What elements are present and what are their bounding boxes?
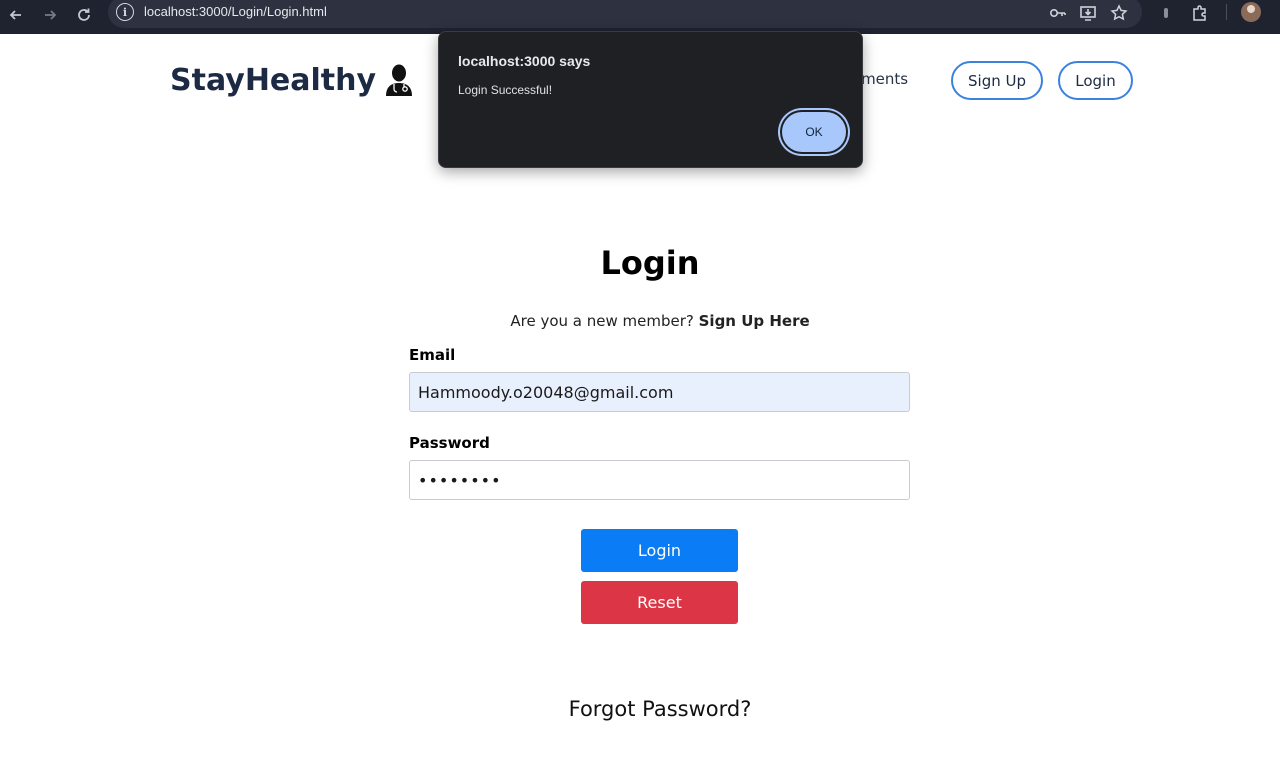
extension-status-icon[interactable] [1156,3,1176,23]
forward-arrow-icon[interactable] [38,3,62,27]
profile-avatar[interactable] [1241,2,1261,22]
alert-ok-button[interactable]: OK [782,112,846,152]
brand-name: StayHealthy [170,62,377,98]
alert-message: Login Successful! [458,83,553,97]
bookmark-star-icon[interactable] [1109,3,1129,23]
brand-logo[interactable]: StayHealthy [170,60,414,100]
member-prompt-text: Are you a new member? [510,312,694,330]
site-info-icon[interactable]: i [116,3,134,21]
login-button[interactable]: Login [581,529,738,572]
doctor-icon [386,64,413,96]
forgot-password-link[interactable]: Forgot Password? [0,697,1280,721]
alert-title: localhost:3000 says [458,53,591,69]
login-title: Login [600,244,700,282]
toolbar-divider [1226,4,1227,20]
reload-icon[interactable] [72,3,96,27]
browser-toolbar: i localhost:3000/Login/Login.html [0,0,1280,34]
reset-button[interactable]: Reset [581,581,738,624]
back-arrow-icon[interactable] [4,3,28,27]
password-key-icon[interactable] [1048,3,1068,23]
alert-dialog: localhost:3000 says Login Successful! OK [438,31,863,168]
email-label: Email [409,346,456,364]
signup-here-link[interactable]: Sign Up Here [699,312,810,330]
url-text[interactable]: localhost:3000/Login/Login.html [144,4,327,19]
member-prompt: Are you a new member? Sign Up Here [0,312,1280,330]
extensions-puzzle-icon[interactable] [1190,3,1210,23]
header-login-button[interactable]: Login [1058,61,1133,100]
password-label: Password [409,434,490,452]
install-app-icon[interactable] [1078,3,1098,23]
email-field[interactable]: Hammoody.o20048@gmail.com [409,372,910,412]
password-field[interactable]: •••••••• [409,460,910,500]
signup-button[interactable]: Sign Up [951,61,1043,100]
